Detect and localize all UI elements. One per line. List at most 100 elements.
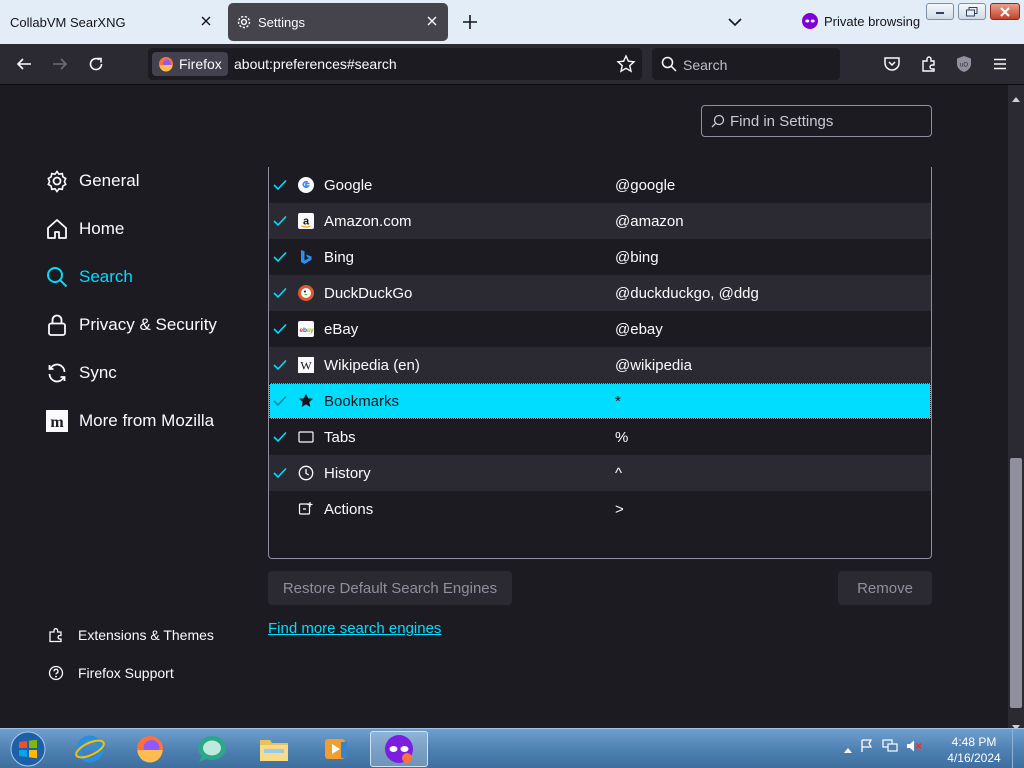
show-hidden-icons-arrow-icon[interactable] xyxy=(844,740,852,758)
page-scrollbar[interactable] xyxy=(1008,85,1024,730)
checkmark-icon[interactable] xyxy=(271,176,289,194)
checkmark-icon[interactable] xyxy=(271,464,289,482)
category-home[interactable]: Home xyxy=(45,213,124,245)
tab-settings[interactable]: Settings xyxy=(228,3,448,41)
find-more-search-engines-link[interactable]: Find more search engines xyxy=(268,620,441,637)
engine-row-amazon[interactable]: a Amazon.com @amazon xyxy=(269,203,931,239)
list-all-tabs-chevron-down-icon[interactable] xyxy=(726,13,744,31)
internet-explorer-icon[interactable] xyxy=(62,731,118,767)
lock-icon xyxy=(48,314,66,336)
pocket-button[interactable] xyxy=(880,52,904,76)
private-browsing-taskbar-icon[interactable] xyxy=(370,731,428,767)
scrollbar-thumb[interactable] xyxy=(1010,458,1022,708)
chat-app-icon[interactable] xyxy=(184,731,240,767)
extensions-button[interactable] xyxy=(917,52,941,76)
back-button[interactable] xyxy=(12,52,36,76)
tab-collabvm-searxng[interactable]: CollabVM SearXNG xyxy=(0,3,222,41)
scroll-up-arrow-icon[interactable] xyxy=(1012,89,1020,107)
engine-keyword[interactable]: * xyxy=(615,393,621,410)
settings-page: Find in Settings General Home Search Pri… xyxy=(0,85,1008,728)
checkmark-icon[interactable] xyxy=(271,320,289,338)
checkmark-icon[interactable] xyxy=(271,428,289,446)
engine-row-bookmarks[interactable]: Bookmarks * xyxy=(269,383,931,419)
engine-keyword[interactable]: @amazon xyxy=(615,213,684,230)
engine-row-google[interactable]: Google @google xyxy=(269,167,931,203)
search-engines-table[interactable]: Google @google a Amazon.com @amazon Bing… xyxy=(268,167,932,559)
engine-row-history[interactable]: History ^ xyxy=(269,455,931,491)
hamburger-menu-icon xyxy=(994,58,1006,70)
start-button[interactable] xyxy=(0,731,56,767)
engine-row-ebay[interactable]: ebay eBay @ebay xyxy=(269,311,931,347)
checkmark-icon[interactable] xyxy=(271,392,289,410)
restore-default-engines-button[interactable]: Restore Default Search Engines xyxy=(268,571,512,605)
remove-engine-button[interactable]: Remove xyxy=(838,571,932,605)
engine-keyword[interactable]: ^ xyxy=(615,465,622,482)
checkmark-icon[interactable] xyxy=(271,284,289,302)
firefox-taskbar-icon[interactable] xyxy=(122,731,178,767)
reload-button[interactable] xyxy=(84,52,108,76)
private-browsing-label: Private browsing xyxy=(824,13,921,29)
checkmark-icon[interactable] xyxy=(271,248,289,266)
app-menu-button[interactable] xyxy=(988,52,1012,76)
file-explorer-icon[interactable] xyxy=(246,731,302,767)
category-label: Search xyxy=(79,267,133,286)
star-icon xyxy=(298,393,314,409)
windows-logo-icon xyxy=(10,731,46,767)
engine-keyword[interactable]: % xyxy=(615,429,628,446)
category-general[interactable]: General xyxy=(45,165,139,197)
engine-name: Google xyxy=(324,176,373,194)
windows-taskbar: 4:48 PM 4/16/2024 xyxy=(0,728,1024,768)
bookmark-star-icon[interactable] xyxy=(616,54,636,79)
clock-date: 4/16/2024 xyxy=(947,751,1001,765)
identity-box[interactable]: Firefox xyxy=(152,52,228,76)
restore-window-button[interactable] xyxy=(958,3,986,20)
forward-button[interactable] xyxy=(48,52,72,76)
media-player-icon[interactable] xyxy=(308,731,364,767)
network-icon[interactable] xyxy=(882,739,898,758)
engine-keyword[interactable]: @bing xyxy=(615,249,659,266)
firefox-support-link[interactable]: Firefox Support xyxy=(48,665,174,681)
category-sync[interactable]: Sync xyxy=(45,357,117,389)
close-window-button[interactable] xyxy=(990,3,1020,20)
engine-keyword[interactable]: @duckduckgo, @ddg xyxy=(615,285,759,302)
engine-row-tabs[interactable]: Tabs % xyxy=(269,419,931,455)
new-tab-button[interactable] xyxy=(460,12,480,32)
search-icon xyxy=(47,267,68,288)
category-more-from-mozilla[interactable]: m More from Mozilla xyxy=(45,405,214,437)
system-clock[interactable]: 4:48 PM 4/16/2024 xyxy=(940,734,1008,766)
private-mask-icon xyxy=(802,13,818,29)
extensions-themes-link[interactable]: Extensions & Themes xyxy=(48,627,214,643)
category-label: General xyxy=(79,171,140,190)
engine-row-actions[interactable]: Actions > xyxy=(269,491,931,527)
url-text[interactable]: about:preferences#search xyxy=(234,56,397,72)
search-bar[interactable]: Search xyxy=(652,48,840,80)
sync-icon xyxy=(48,363,66,383)
puzzle-icon xyxy=(922,56,935,72)
engine-keyword[interactable]: > xyxy=(615,501,624,518)
engine-keyword[interactable]: @ebay xyxy=(615,321,663,338)
find-in-settings-input[interactable]: Find in Settings xyxy=(701,105,932,137)
url-bar[interactable]: Firefox about:preferences#search xyxy=(148,48,642,80)
volume-muted-icon[interactable] xyxy=(906,739,922,758)
engine-row-duckduckgo[interactable]: DuckDuckGo @duckduckgo, @ddg xyxy=(269,275,931,311)
close-tab-icon[interactable] xyxy=(424,13,440,29)
checkmark-icon[interactable] xyxy=(271,356,289,374)
engine-keyword[interactable]: @google xyxy=(615,177,675,194)
engine-keyword[interactable]: @wikipedia xyxy=(615,357,692,374)
checkmark-icon[interactable] xyxy=(271,212,289,230)
engine-name: Wikipedia (en) xyxy=(324,356,420,374)
minimize-button[interactable] xyxy=(926,3,954,20)
category-label: More from Mozilla xyxy=(79,411,215,430)
engine-row-wikipedia[interactable]: W Wikipedia (en) @wikipedia xyxy=(269,347,931,383)
tab-title: Settings xyxy=(258,14,305,30)
show-desktop-button[interactable] xyxy=(1012,729,1024,768)
engine-row-bing[interactable]: Bing @bing xyxy=(269,239,931,275)
category-search[interactable]: Search xyxy=(45,261,133,293)
ublock-origin-button[interactable]: uO xyxy=(952,52,976,76)
tab-strip: CollabVM SearXNG Settings Private browsi… xyxy=(0,0,1024,44)
category-label: Privacy & Security xyxy=(79,315,217,334)
action-center-flag-icon[interactable] xyxy=(860,739,874,758)
close-tab-icon[interactable] xyxy=(198,13,214,29)
category-privacy-security[interactable]: Privacy & Security xyxy=(45,309,217,341)
actions-icon xyxy=(298,501,314,517)
